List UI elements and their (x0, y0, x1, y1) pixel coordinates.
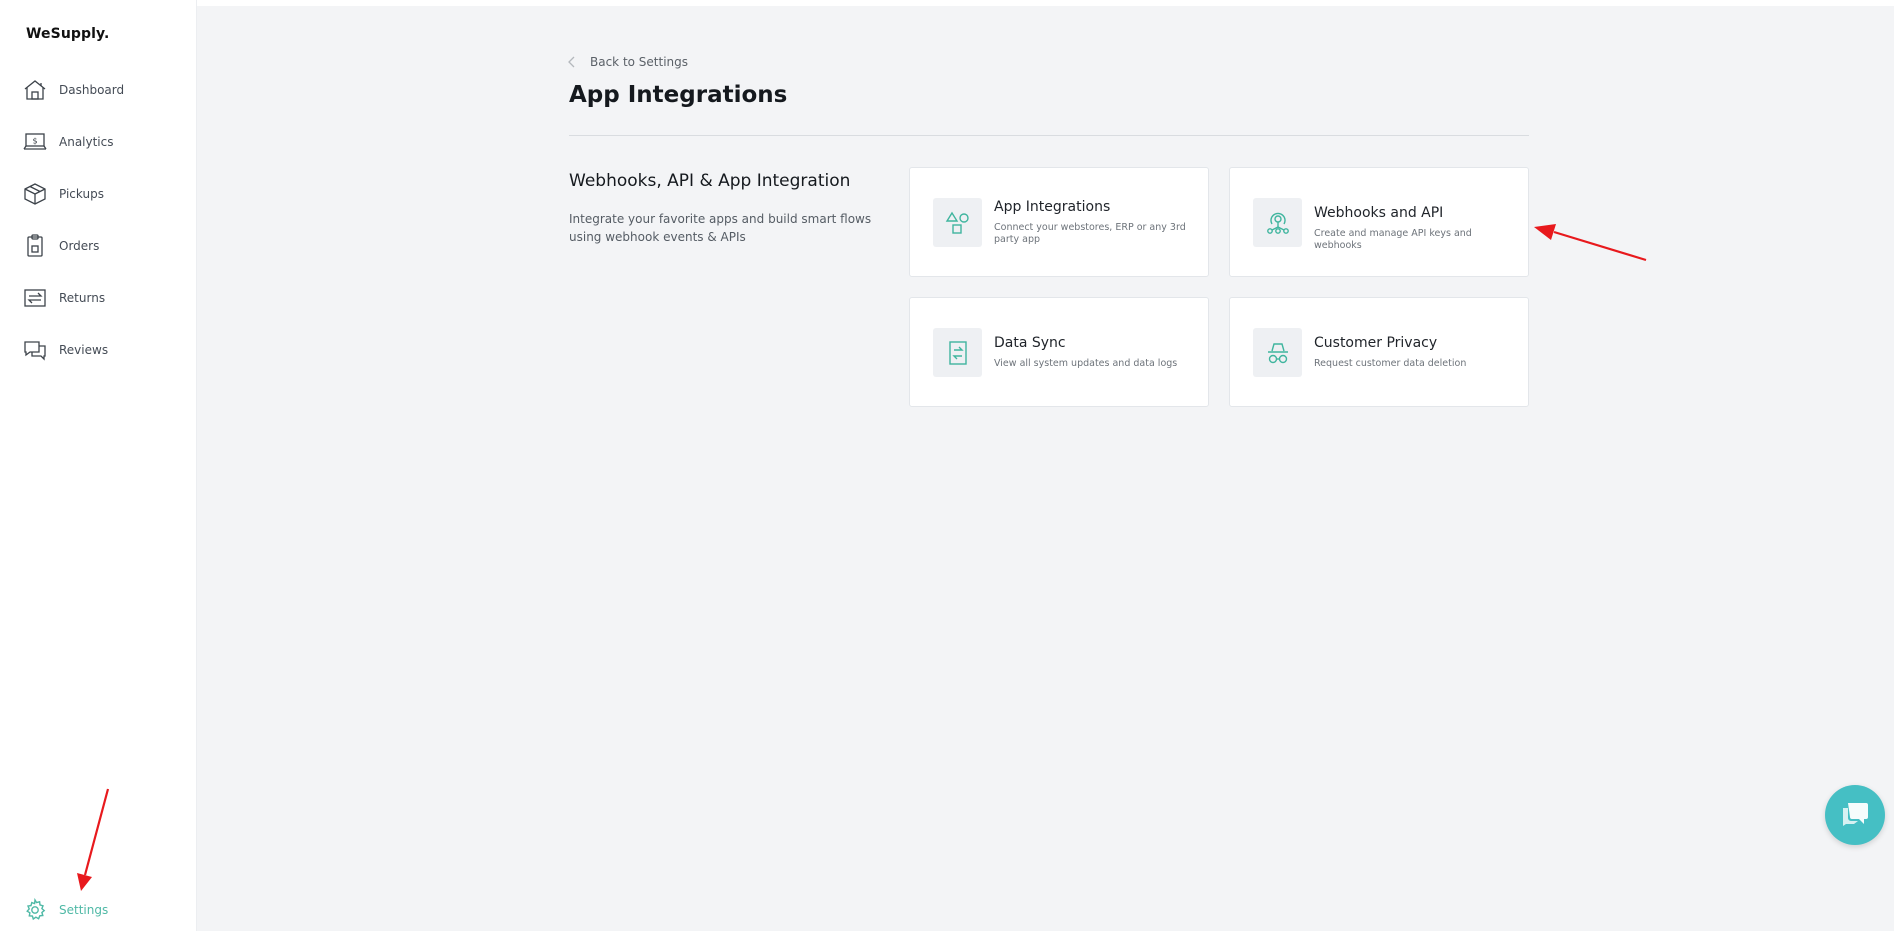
back-to-settings-link[interactable]: Back to Settings (567, 54, 688, 70)
shapes-icon (933, 198, 982, 247)
incognito-icon (1253, 328, 1302, 377)
sidebar-item-returns[interactable]: Returns (22, 284, 182, 312)
page-title: App Integrations (569, 82, 788, 108)
sidebar-item-label: Settings (59, 903, 109, 917)
sidebar-item-dashboard[interactable]: Dashboard (22, 76, 182, 104)
back-label: Back to Settings (590, 55, 689, 69)
sync-document-icon (933, 328, 982, 377)
sidebar: WeSupply. Dashboard $ Analytics Pickups (0, 0, 197, 931)
sidebar-item-label: Pickups (59, 187, 104, 201)
box-icon (22, 181, 48, 207)
clipboard-icon (22, 233, 48, 259)
card-title: Customer Privacy (1314, 335, 1438, 351)
card-title: Webhooks and API (1314, 205, 1444, 221)
sidebar-item-reviews[interactable]: Reviews (22, 336, 182, 364)
annotation-arrow-webhooks (1534, 224, 1647, 262)
sidebar-item-label: Reviews (59, 343, 109, 357)
app-logo[interactable]: WeSupply. (26, 26, 109, 42)
sidebar-item-label: Orders (59, 239, 100, 253)
card-title: App Integrations (994, 199, 1111, 215)
sidebar-item-pickups[interactable]: Pickups (22, 180, 182, 208)
chat-bubbles-icon (22, 337, 48, 363)
card-description: Create and manage API keys and webhooks (1314, 228, 1472, 251)
webhook-icon (1253, 198, 1302, 247)
annotation-arrows (77, 224, 1647, 891)
title-divider (569, 135, 1529, 136)
section-description: Integrate your favorite apps and build s… (569, 212, 872, 244)
card-customer-privacy[interactable]: Customer Privacy Request customer data d… (1229, 297, 1529, 407)
sidebar-item-label: Returns (59, 291, 106, 305)
card-description: Request customer data deletion (1314, 358, 1467, 369)
sidebar-item-label: Dashboard (59, 83, 125, 97)
chat-icon (1840, 799, 1870, 831)
sidebar-item-orders[interactable]: Orders (22, 232, 182, 260)
sidebar-item-label: Analytics (59, 135, 114, 149)
chat-widget-button[interactable] (1825, 785, 1885, 845)
top-strip (0, 0, 1894, 6)
sidebar-item-settings[interactable]: Settings (22, 896, 182, 924)
laptop-dollar-icon: $ (22, 129, 48, 155)
svg-text:$: $ (32, 137, 37, 146)
sidebar-item-analytics[interactable]: $ Analytics (22, 128, 182, 156)
card-data-sync[interactable]: Data Sync View all system updates and da… (909, 297, 1209, 407)
card-webhooks-and-api[interactable]: Webhooks and API Create and manage API k… (1229, 167, 1529, 277)
returns-icon (22, 285, 48, 311)
card-description: View all system updates and data logs (994, 358, 1178, 369)
card-title: Data Sync (994, 335, 1066, 351)
chevron-left-icon (567, 56, 579, 68)
card-description: Connect your webstores, ERP or any 3rd p… (994, 222, 1186, 245)
card-app-integrations[interactable]: App Integrations Connect your webstores,… (909, 167, 1209, 277)
gear-icon (22, 897, 48, 923)
house-icon (22, 77, 48, 103)
section-title: Webhooks, API & App Integration (569, 171, 851, 191)
